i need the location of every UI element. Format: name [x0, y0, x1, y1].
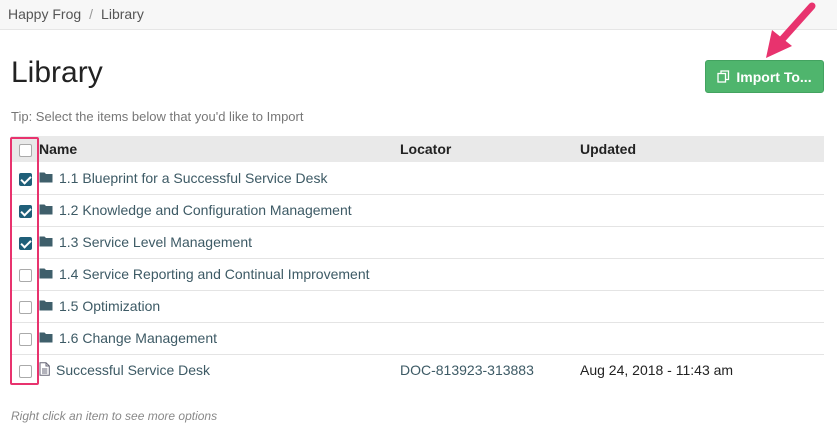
- top-bar: Happy Frog / Library: [0, 0, 837, 30]
- page-title: Library: [11, 56, 103, 89]
- item-name[interactable]: 1.6 Change Management: [59, 330, 217, 346]
- select-all-checkbox[interactable]: [18, 143, 32, 157]
- row-checkbox[interactable]: [18, 204, 32, 218]
- table-row[interactable]: 1.1 Blueprint for a Successful Service D…: [11, 162, 824, 194]
- table-row[interactable]: 1.5 Optimization: [11, 290, 824, 322]
- item-name[interactable]: 1.1 Blueprint for a Successful Service D…: [59, 170, 327, 186]
- folder-icon: [39, 266, 53, 282]
- footnote-text: Right click an item to see more options: [11, 409, 218, 423]
- table-row[interactable]: 1.6 Change Management: [11, 322, 824, 354]
- item-locator[interactable]: DOC-813923-313883: [400, 362, 534, 378]
- item-name[interactable]: 1.3 Service Level Management: [59, 234, 252, 250]
- item-name[interactable]: 1.4 Service Reporting and Continual Impr…: [59, 266, 370, 282]
- column-header-locator[interactable]: Locator: [400, 136, 580, 162]
- folder-icon: [39, 234, 53, 250]
- row-checkbox[interactable]: [18, 300, 32, 314]
- library-table: Name Locator Updated 1.1 Blueprint for a…: [11, 136, 824, 386]
- folder-icon: [39, 202, 53, 218]
- row-checkbox[interactable]: [18, 236, 32, 250]
- folder-icon: [39, 170, 53, 186]
- row-checkbox[interactable]: [18, 172, 32, 186]
- table-header-row: Name Locator Updated: [11, 136, 824, 162]
- import-to-label: Import To...: [736, 68, 812, 85]
- item-updated: Aug 24, 2018 - 11:43 am: [580, 362, 734, 379]
- copy-icon: [717, 70, 730, 83]
- breadcrumb-separator: /: [89, 6, 94, 22]
- row-checkbox[interactable]: [18, 332, 32, 346]
- breadcrumb-root[interactable]: Happy Frog: [8, 6, 81, 22]
- column-header-name[interactable]: Name: [39, 136, 400, 162]
- item-name[interactable]: 1.5 Optimization: [59, 298, 160, 314]
- table-row[interactable]: 1.3 Service Level Management: [11, 226, 824, 258]
- table-row[interactable]: 1.4 Service Reporting and Continual Impr…: [11, 258, 824, 290]
- item-name[interactable]: Successful Service Desk: [56, 362, 210, 378]
- table-row[interactable]: Successful Service Desk DOC-813923-313883…: [11, 354, 824, 386]
- document-icon: [39, 361, 50, 379]
- breadcrumb-current: Library: [101, 6, 144, 22]
- breadcrumb: Happy Frog / Library: [8, 6, 144, 22]
- tip-text: Tip: Select the items below that you'd l…: [11, 109, 304, 124]
- table-row[interactable]: 1.2 Knowledge and Configuration Manageme…: [11, 194, 824, 226]
- folder-icon: [39, 298, 53, 314]
- column-header-updated[interactable]: Updated: [580, 136, 824, 162]
- folder-icon: [39, 330, 53, 346]
- row-checkbox[interactable]: [18, 268, 32, 282]
- import-to-button[interactable]: Import To...: [705, 60, 824, 93]
- row-checkbox[interactable]: [18, 365, 32, 379]
- item-name[interactable]: 1.2 Knowledge and Configuration Manageme…: [59, 202, 352, 218]
